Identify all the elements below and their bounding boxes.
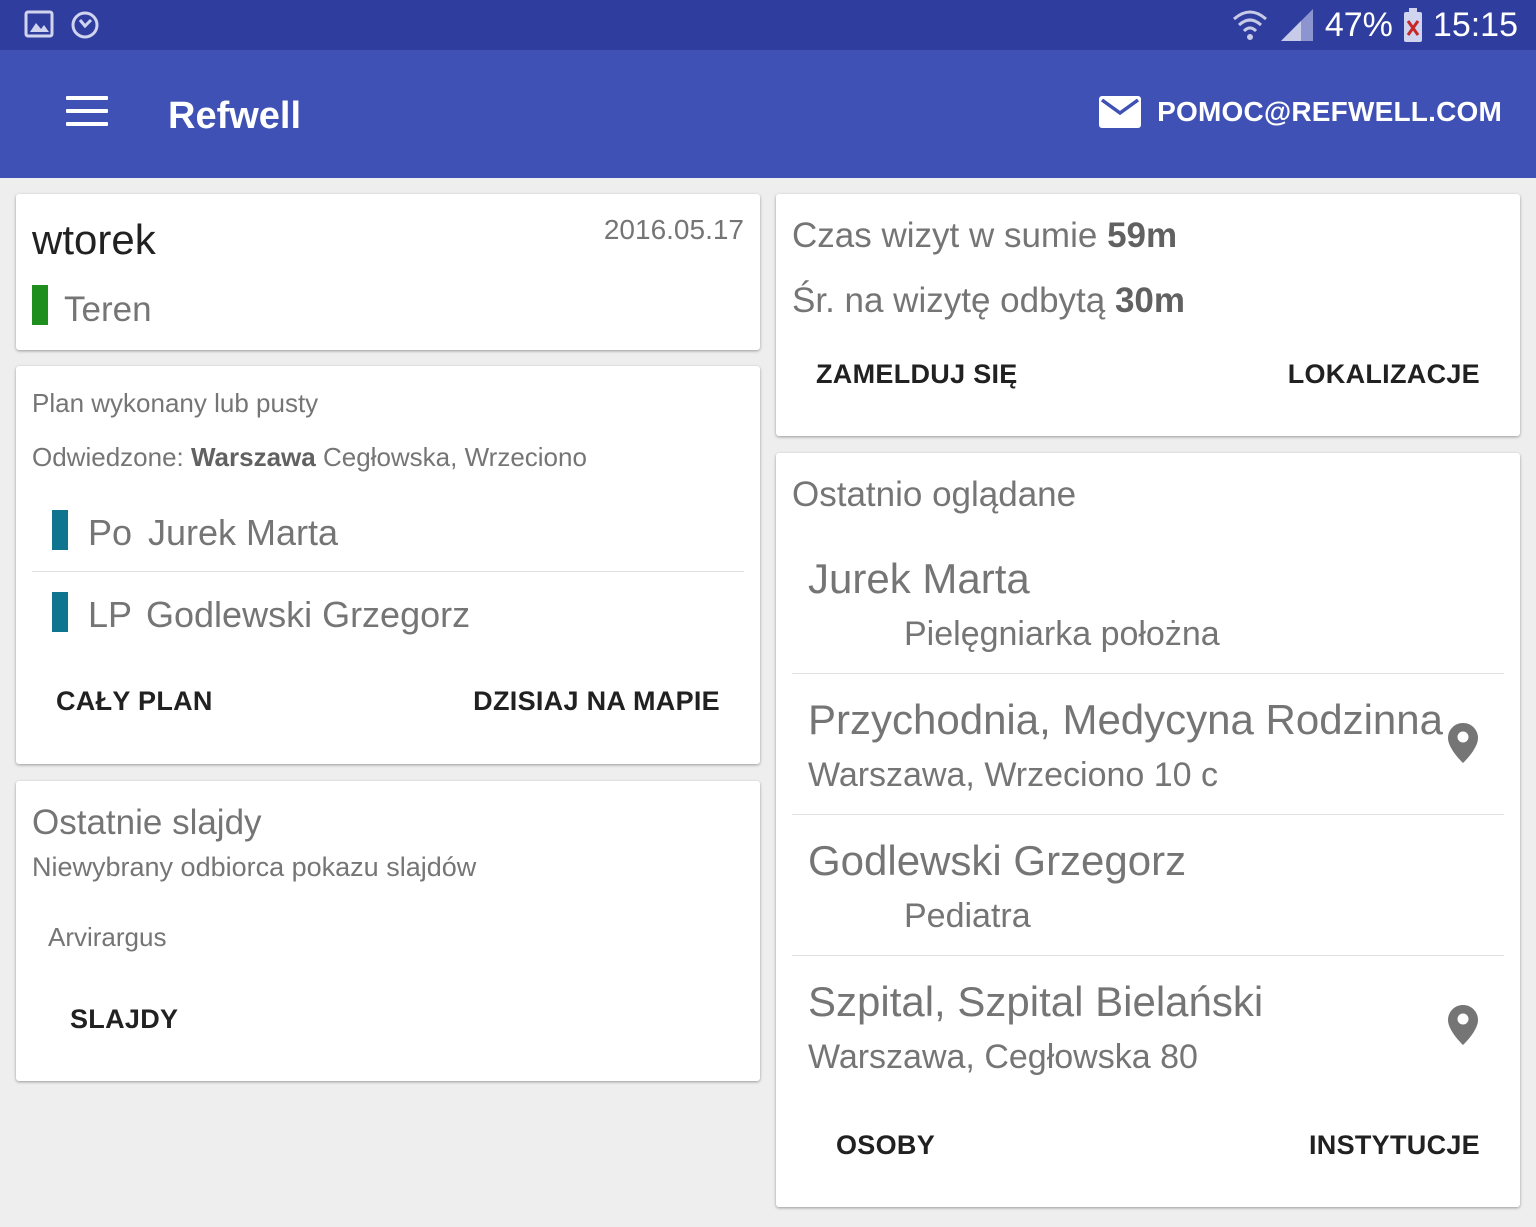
day-type: Teren — [64, 290, 152, 329]
recent-divider — [792, 955, 1504, 956]
today-on-map-button[interactable]: DZISIAJ NA MAPIE — [473, 686, 720, 717]
plan-item[interactable]: LP Godlewski Grzegorz — [32, 578, 744, 654]
recent-item[interactable]: Przychodnia, Medycyna Rodzinna Warszawa,… — [792, 686, 1504, 814]
plan-item-name: Jurek Marta — [148, 512, 339, 553]
recent-item-title: Godlewski Grzegorz — [808, 837, 1187, 884]
battery-icon — [1403, 8, 1422, 42]
day-date: 2016.05.17 — [603, 214, 744, 245]
plan-item-color-bar — [52, 592, 68, 632]
recent-item-title: Przychodnia, Medycyna Rodzinna — [808, 696, 1444, 743]
mail-icon — [1099, 96, 1142, 128]
plan-item-code: LP — [88, 594, 133, 635]
slides-title: Ostatnie slajdy — [32, 803, 262, 842]
institutions-button[interactable]: INSTYTUCJE — [1309, 1130, 1480, 1161]
total-visit-time-label: Czas wizyt w sumie — [792, 216, 1108, 255]
recent-item-subtitle: Warszawa, Wrzeciono 10 c — [808, 756, 1219, 794]
day-type-color-bar — [32, 285, 48, 325]
recent-item-title: Szpital, Szpital Bielański — [808, 978, 1264, 1025]
slides-subtitle: Niewybrany odbiorca pokazu slajdów — [32, 852, 477, 882]
recently-viewed-title: Ostatnio oglądane — [792, 475, 1077, 514]
recent-item[interactable]: Godlewski Grzegorz Pediatra — [792, 827, 1504, 955]
battery-percent: 47% — [1324, 6, 1393, 44]
plan-item-color-bar — [52, 510, 68, 550]
wifi-icon — [1232, 10, 1267, 40]
map-pin-icon[interactable] — [1448, 1005, 1478, 1045]
plan-visited-city: Warszawa — [190, 442, 316, 472]
day-name: wtorek — [32, 216, 156, 263]
image-icon — [24, 10, 54, 38]
full-plan-button[interactable]: CAŁY PLAN — [56, 686, 213, 717]
plan-item-code: Po — [88, 512, 133, 553]
recent-divider — [792, 814, 1504, 815]
check-in-button[interactable]: ZAMELDUJ SIĘ — [816, 359, 1018, 390]
signal-icon — [1280, 9, 1313, 41]
plan-visited: Odwiedzone: Warszawa Cegłowska, Wrzecion… — [32, 442, 587, 473]
clock-time: 15:15 — [1432, 6, 1518, 44]
recent-item-subtitle: Warszawa, Cegłowska 80 — [808, 1038, 1198, 1076]
plan-visited-rest: Cegłowska, Wrzeciono — [315, 442, 587, 472]
people-button[interactable]: OSOBY — [836, 1130, 935, 1161]
map-pin-icon[interactable] — [1448, 723, 1478, 763]
average-visit-time-value: 30m — [1114, 281, 1186, 320]
plan-visited-prefix: Odwiedzone: — [32, 442, 191, 472]
status-bar-left — [24, 9, 100, 39]
support-email-link[interactable]: POMOC@REFWELL.COM — [1099, 94, 1502, 130]
slides-button[interactable]: SLAJDY — [70, 1004, 178, 1035]
average-visit-time: Śr. na wizytę odbytą 30m — [792, 281, 1185, 321]
clock-icon — [71, 11, 99, 39]
locations-button[interactable]: LOKALIZACJE — [1288, 359, 1480, 390]
slides-item[interactable]: Arvirargus — [48, 922, 166, 953]
total-visit-time-value: 59m — [1107, 216, 1178, 255]
stats-card: Czas wizyt w sumie 59m Śr. na wizytę odb… — [776, 194, 1520, 436]
plan-card: Plan wykonany lub pusty Odwiedzone: Wars… — [16, 366, 760, 764]
slides-card: Ostatnie slajdy Niewybrany odbiorca poka… — [16, 781, 760, 1081]
total-visit-time: Czas wizyt w sumie 59m — [792, 216, 1177, 256]
hamburger-menu-icon[interactable] — [66, 96, 108, 128]
status-bar-right: 47% 15:15 — [1231, 4, 1518, 46]
recently-viewed-card: Ostatnio oglądane Jurek Marta Pielęgniar… — [776, 453, 1520, 1207]
plan-item-name: Godlewski Grzegorz — [146, 594, 471, 635]
plan-divider — [32, 571, 744, 572]
app-title: Refwell — [168, 95, 302, 137]
day-card: wtorek 2016.05.17 Teren — [16, 194, 760, 350]
recent-item-subtitle: Pediatra — [904, 897, 1031, 935]
recent-item[interactable]: Jurek Marta Pielęgniarka położna — [792, 545, 1504, 673]
plan-status: Plan wykonany lub pusty — [32, 388, 319, 418]
recent-item-title: Jurek Marta — [808, 555, 1030, 602]
recent-item[interactable]: Szpital, Szpital Bielański Warszawa, Ceg… — [792, 968, 1504, 1096]
recent-item-subtitle: Pielęgniarka położna — [904, 615, 1220, 653]
app-bar: Refwell POMOC@REFWELL.COM — [0, 50, 1536, 178]
plan-item[interactable]: Po Jurek Marta — [32, 496, 744, 572]
average-visit-time-label: Śr. na wizytę odbytą — [792, 281, 1115, 320]
status-bar: 47% 15:15 — [0, 0, 1536, 50]
recent-divider — [792, 673, 1504, 674]
support-email: POMOC@REFWELL.COM — [1157, 96, 1502, 127]
